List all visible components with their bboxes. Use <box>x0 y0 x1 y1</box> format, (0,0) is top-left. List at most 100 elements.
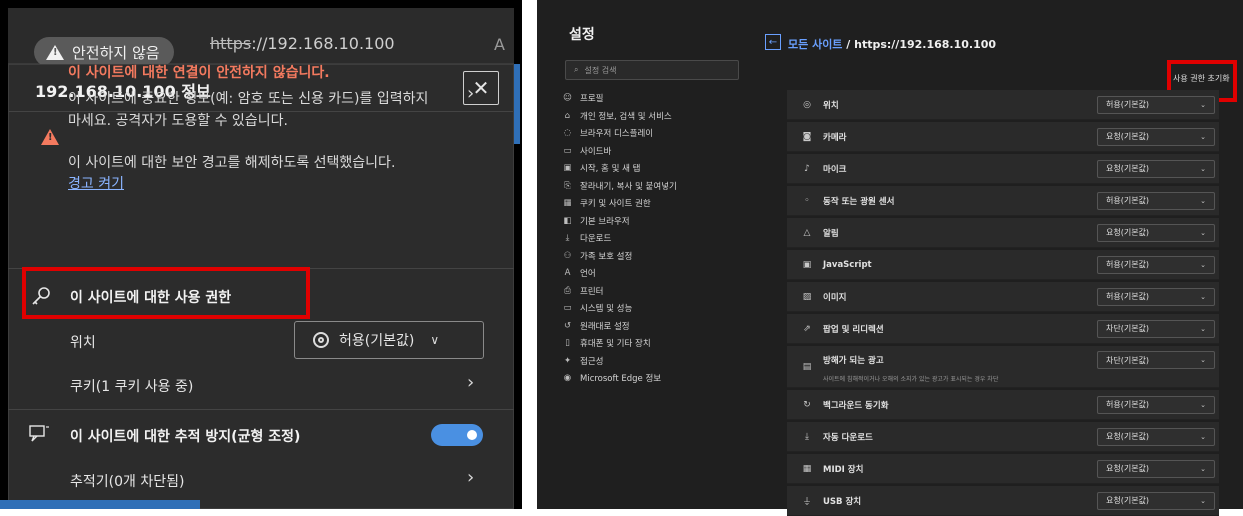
permission-label: 동작 또는 광원 센서 <box>823 196 895 207</box>
permission-select[interactable]: 요청(기본값) ⌄ <box>1097 491 1215 510</box>
permission-select[interactable]: 차단(기본값) ⌄ <box>1097 319 1215 338</box>
permission-select[interactable]: 허용(기본값) ⌄ <box>1097 255 1215 274</box>
settings-title: 설정 <box>569 27 595 43</box>
browser-icon: ◧ <box>563 215 572 226</box>
phone-icon: ▯ <box>565 338 570 348</box>
site-permissions-title[interactable]: 이 사이트에 대한 사용 권한 <box>70 287 231 307</box>
cookies-in-use-item[interactable]: 쿠키(1 쿠키 사용 중) <box>70 376 193 396</box>
home-icon: ▣ <box>563 163 572 173</box>
sidebar-item-label: 브라우저 디스플레이 <box>580 129 654 139</box>
permission-value: 요청(기본값) <box>1106 464 1150 473</box>
sidebar-item[interactable]: ☺ 프로필 <box>563 92 603 104</box>
sidebar-item[interactable]: ✦ 접근성 <box>563 355 604 367</box>
permission-select[interactable]: 요청(기본값) ⌄ <box>1097 159 1215 178</box>
permission-label: 알림 <box>823 228 839 239</box>
chevron-right-icon[interactable]: › <box>467 372 474 393</box>
reset-permissions-button[interactable]: 사용 권한 초기화 <box>1173 73 1230 84</box>
sidebar-item[interactable]: ▭ 사이드바 <box>563 145 611 157</box>
sidebar-item[interactable]: ⎘ 잘라내기, 복사 및 붙여넣기 <box>563 180 677 192</box>
permission-select[interactable]: 요청(기본값) ⌄ <box>1097 127 1215 146</box>
permission-select[interactable]: 허용(기본값) ⌄ <box>1097 395 1215 414</box>
printer-icon: ⎙ <box>564 285 571 296</box>
accessibility-icon: ✦ <box>563 355 572 366</box>
sidebar-item[interactable]: ▦ 쿠키 및 사이트 권한 <box>563 197 650 209</box>
permission-row: ⏚ USB 장치 요청(기본값) ⌄ <box>787 486 1219 516</box>
settings-search-input[interactable]: ⌕ 설정 검색 <box>565 60 739 80</box>
all-sites-link[interactable]: 모든 사이트 <box>788 38 842 51</box>
sidebar-item[interactable]: ▭ 시스템 및 성능 <box>563 302 632 314</box>
permission-label: MIDI 장치 <box>823 464 864 475</box>
reset-icon: ↺ <box>563 320 572 331</box>
site-info-screenshot: 안전하지 않음 https://192.168.10.100 A 192.168… <box>0 0 522 509</box>
sidebar-item[interactable]: ↺ 원래대로 설정 <box>563 320 630 332</box>
location-permission-select[interactable]: 허용(기본값) ∨ <box>294 321 484 359</box>
sidebar-item-label: 프로필 <box>580 94 604 104</box>
page-background-strip <box>0 500 200 509</box>
tracking-prevention-title: 이 사이트에 대한 추적 방지(균형 조정) <box>70 429 301 445</box>
permission-select[interactable]: 허용(기본값) ⌄ <box>1097 287 1215 306</box>
trackers-blocked-item[interactable]: 추적기(0개 차단됨) <box>70 471 184 491</box>
permission-row: △ 알림 요청(기본값) ⌄ <box>787 218 1219 248</box>
key-icon <box>32 287 50 305</box>
sidebar-item-label: 시작, 홈 및 새 탭 <box>580 164 641 174</box>
permission-value: 허용(기본값) <box>1106 292 1150 301</box>
permission-value: 요청(기본값) <box>1106 164 1150 173</box>
connection-warning-body[interactable]: 이 사이트에 중요한 정보(예: 암호 또는 신용 카드)를 입력하지 마세요.… <box>68 88 438 132</box>
chevron-down-icon: ⌄ <box>1200 132 1206 141</box>
chevron-down-icon: ⌄ <box>1200 464 1206 473</box>
url-scheme: https <box>210 34 252 53</box>
mic-icon: ♪ <box>804 163 810 174</box>
permission-select[interactable]: 요청(기본값) ⌄ <box>1097 223 1215 242</box>
not-secure-label: 안전하지 않음 <box>72 43 160 62</box>
chevron-right-icon[interactable]: › <box>467 467 474 488</box>
download-icon: ⤓ <box>565 233 570 243</box>
chevron-right-icon[interactable]: › <box>467 83 474 104</box>
palette-icon: ◌ <box>563 128 572 138</box>
sidebar-item[interactable]: ⤓ 다운로드 <box>563 232 612 244</box>
popup-icon: ⇗ <box>803 323 811 334</box>
sidebar-item[interactable]: ⚇ 가족 보호 설정 <box>563 250 633 262</box>
permission-row: ⤓ 자동 다운로드 요청(기본값) ⌄ <box>787 422 1219 452</box>
permission-value: 요청(기본값) <box>1106 132 1150 141</box>
url-text[interactable]: https://192.168.10.100 <box>210 34 395 53</box>
sidebar-item[interactable]: A 언어 <box>563 267 596 279</box>
page-background-strip <box>514 64 520 144</box>
back-arrow-icon[interactable]: ← <box>765 34 781 50</box>
ads-icon: ▤ <box>802 361 812 372</box>
sidebar-item[interactable]: ◧ 기본 브라우저 <box>563 215 629 227</box>
turn-on-warnings-link[interactable]: 경고 켜기 <box>68 173 124 193</box>
permission-label: 위치 <box>823 100 839 111</box>
motion-sensor-icon: ◦ <box>804 195 810 206</box>
permission-select[interactable]: 허용(기본값) ⌄ <box>1097 191 1215 210</box>
permission-label: 이미지 <box>823 292 847 303</box>
permission-select[interactable]: 요청(기본값) ⌄ <box>1097 427 1215 446</box>
permission-value: 허용(기본값) <box>1106 100 1150 109</box>
location-icon <box>313 332 329 348</box>
profile-icon: ☺ <box>563 93 572 103</box>
usb-icon: ⏚ <box>802 497 812 507</box>
sidebar-item-label: 다운로드 <box>580 234 612 244</box>
site-url: / https://192.168.10.100 <box>842 38 997 51</box>
midi-icon: ▦ <box>802 463 812 474</box>
permission-row: ⇗ 팝업 및 리디렉션 차단(기본값) ⌄ <box>787 314 1219 344</box>
tracking-prevention-toggle[interactable] <box>431 424 483 446</box>
sidebar-icon: ▭ <box>563 145 572 156</box>
sidebar-item[interactable]: ◉ Microsoft Edge 정보 <box>563 372 661 384</box>
location-permission-value: 허용(기본값) <box>339 333 415 349</box>
permission-row: ◦ 동작 또는 광원 센서 허용(기본값) ⌄ <box>787 186 1219 216</box>
sidebar-item[interactable]: ▯ 휴대폰 및 기타 장치 <box>563 337 651 349</box>
camera-icon: ◙ <box>802 131 812 142</box>
permission-select[interactable]: 요청(기본값) ⌄ <box>1097 459 1215 478</box>
read-aloud-icon[interactable]: A <box>494 35 505 54</box>
permission-select[interactable]: 허용(기본값) ⌄ <box>1097 95 1215 114</box>
permission-select[interactable]: 차단(기본값) ⌄ <box>1097 351 1215 369</box>
permission-value: 차단(기본값) <box>1106 324 1150 333</box>
sidebar-item[interactable]: ⌂ 개인 정보, 검색 및 서비스 <box>563 110 672 122</box>
security-warning-dismissed-text: 이 사이트에 대한 보안 경고를 해제하도록 선택했습니다. <box>68 155 396 171</box>
sidebar-item-label: 가족 보호 설정 <box>580 251 633 262</box>
sidebar-item[interactable]: ⎙ 프린터 <box>563 285 603 297</box>
chevron-down-icon: ⌄ <box>1200 432 1206 441</box>
sidebar-item[interactable]: ◌ 브라우저 디스플레이 <box>563 127 653 139</box>
permission-value: 허용(기본값) <box>1106 196 1150 205</box>
sidebar-item[interactable]: ▣ 시작, 홈 및 새 탭 <box>563 162 640 174</box>
